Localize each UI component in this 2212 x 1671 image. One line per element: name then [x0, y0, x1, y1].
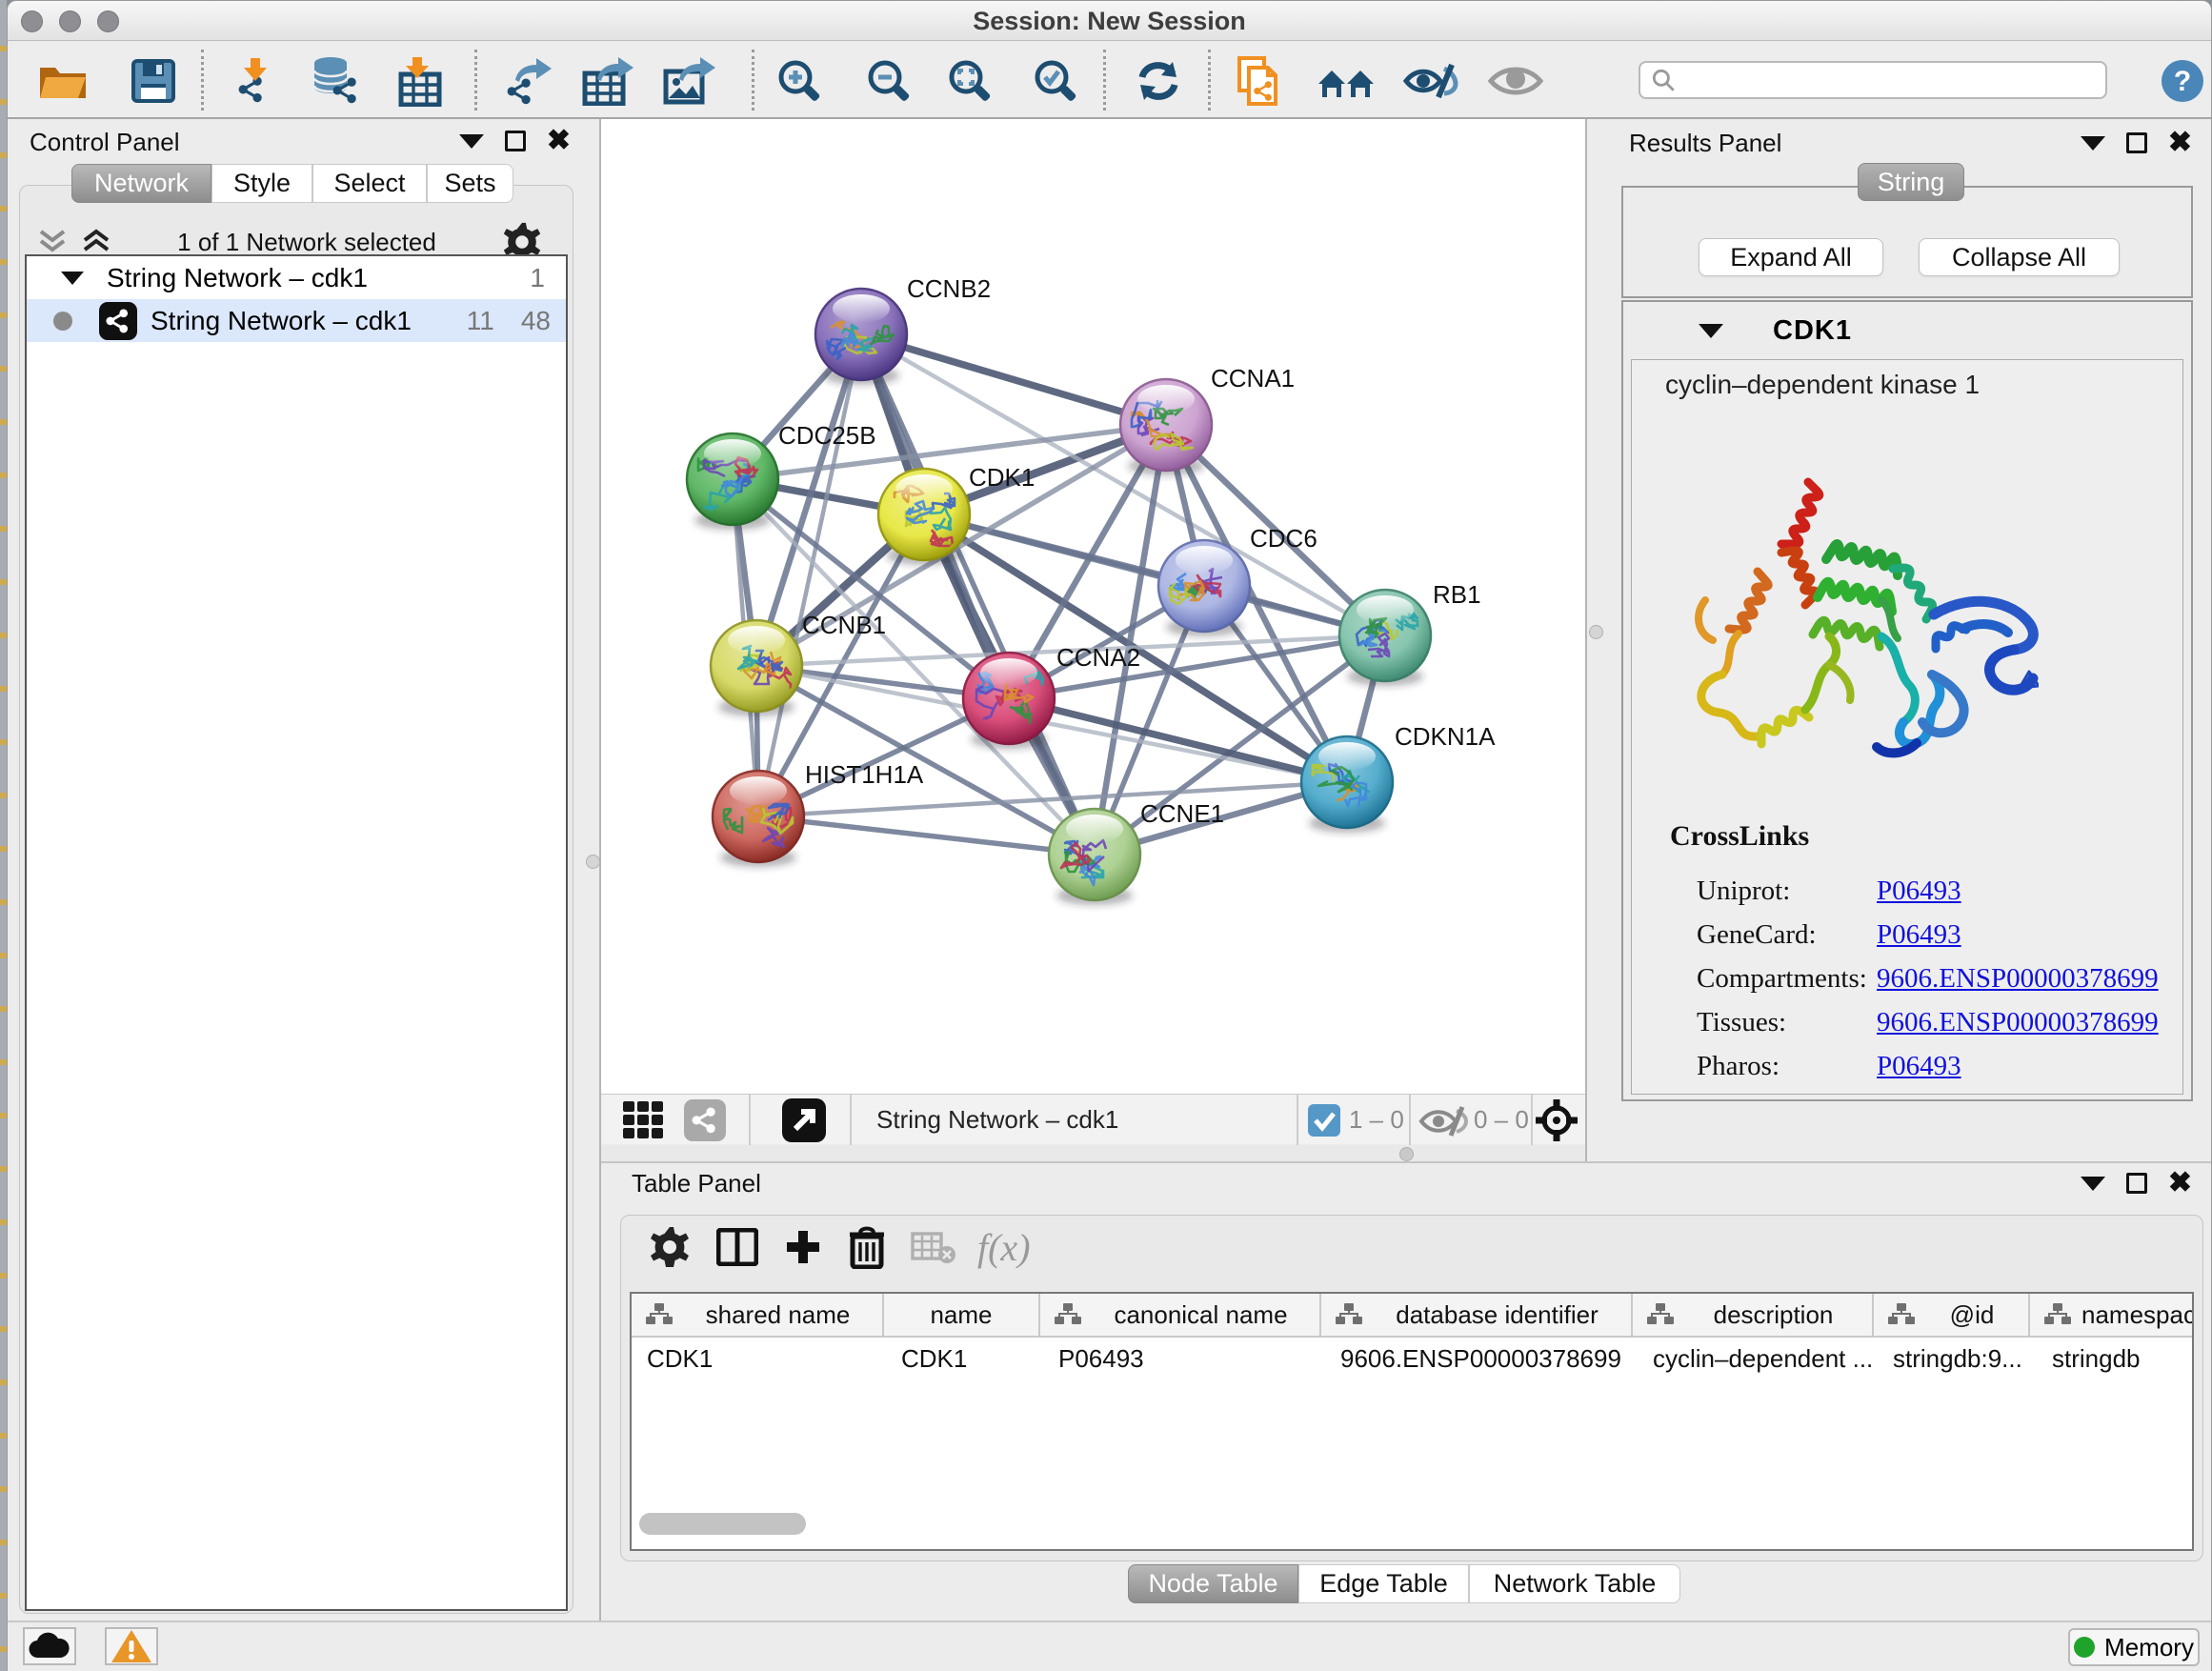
svg-text:CCNE1: CCNE1 [1140, 799, 1224, 828]
svg-text:CCNB2: CCNB2 [907, 274, 991, 303]
svg-text:CCNA1: CCNA1 [1211, 364, 1295, 393]
svg-text:CDC25B: CDC25B [778, 421, 876, 450]
svg-text:RB1: RB1 [1433, 580, 1481, 609]
svg-text:CDC6: CDC6 [1250, 524, 1317, 553]
svg-text:CCNB1: CCNB1 [802, 611, 886, 639]
svg-text:CCNA2: CCNA2 [1056, 643, 1140, 672]
svg-text:CDKN1A: CDKN1A [1395, 722, 1496, 751]
svg-text:CDK1: CDK1 [969, 463, 1035, 492]
svg-text:?: ? [2174, 66, 2191, 97]
svg-text:HIST1H1A: HIST1H1A [805, 760, 924, 789]
